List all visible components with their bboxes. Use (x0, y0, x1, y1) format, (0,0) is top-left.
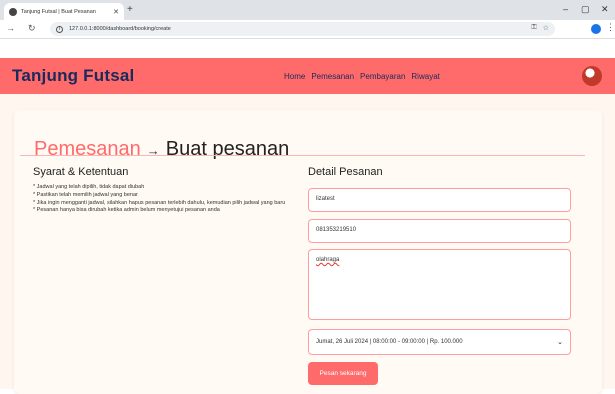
terms-list: * Jadwal yang telah dipilih, tidak dapat… (33, 184, 295, 215)
browser-tab-strip: Tanjung Futsal | Buat Pesanan ✕ + – ▢ ✕ (0, 0, 615, 20)
schedule-select[interactable]: Jumat, 26 Juli 2024 | 08:00:00 - 09:00:0… (308, 329, 571, 355)
note-text: olahraga (316, 257, 340, 263)
terms-item: * Jika ingin mengganti jadwal, silahkan … (33, 199, 286, 206)
nav-menu: Home Pemesanan Pembayaran Riwayat (284, 72, 440, 81)
new-tab-button[interactable]: + (127, 3, 133, 17)
reload-icon[interactable]: ↻ (28, 23, 36, 34)
back-icon[interactable]: → (6, 23, 15, 33)
favicon-icon (9, 7, 17, 16)
divider (20, 155, 585, 156)
nav-item-pemesanan[interactable]: Pemesanan (311, 72, 354, 81)
breadcrumb-current: Buat pesanan (165, 138, 290, 160)
browser-menu-icon[interactable]: ⋮ (606, 22, 615, 33)
terms-title: Syarat & Ketentuan (33, 166, 129, 178)
url-field[interactable]: i 127.0.0.1:8000/dashboard/booking/creat… (50, 22, 555, 36)
user-avatar[interactable] (582, 66, 602, 86)
bookmark-star-icon[interactable]: ☆ (543, 24, 549, 32)
page-title: Pemesanan → Buat pesanan (34, 138, 289, 161)
brand-title[interactable]: Tanjung Futsal (12, 66, 134, 86)
url-text: 127.0.0.1:8000/dashboard/booking/create (69, 26, 171, 32)
note-textarea[interactable]: olahraga (308, 249, 571, 320)
nav-item-riwayat[interactable]: Riwayat (411, 72, 439, 81)
close-window-button[interactable]: ✕ (601, 4, 609, 15)
breadcrumb-parent[interactable]: Pemesanan (34, 138, 141, 160)
minimize-button[interactable]: – (563, 4, 568, 14)
terms-item: * Pastikan telah memilih jadwal yang ben… (33, 191, 138, 198)
address-bar: → ↻ i 127.0.0.1:8000/dashboard/booking/c… (0, 20, 615, 39)
browser-tab[interactable]: Tanjung Futsal | Buat Pesanan ✕ (4, 3, 124, 20)
profile-avatar-icon[interactable] (591, 24, 601, 34)
tab-close-icon[interactable]: ✕ (113, 8, 119, 16)
schedule-selected-value: Jumat, 26 Juli 2024 | 08:00:00 - 09:00:0… (316, 339, 463, 345)
name-input[interactable]: lizatest (308, 188, 571, 212)
site-info-icon[interactable]: i (56, 25, 63, 33)
key-icon[interactable]: ⚿ (531, 24, 536, 32)
phone-input[interactable]: 081353219510 (308, 219, 571, 243)
nav-item-home[interactable]: Home (284, 72, 305, 81)
submit-button[interactable]: Pesan sekarang (308, 362, 378, 385)
maximize-button[interactable]: ▢ (581, 4, 590, 15)
site-navbar: Tanjung Futsal Home Pemesanan Pembayaran… (0, 58, 615, 94)
tab-title: Tanjung Futsal | Buat Pesanan (21, 8, 96, 15)
terms-item: * Pesanan hanya bisa dirubah ketika admi… (33, 207, 220, 214)
detail-title: Detail Pesanan (308, 166, 383, 178)
chevron-down-icon: ⌄ (557, 339, 563, 346)
terms-item: * Jadwal yang telah dipilih, tidak dapat… (33, 184, 145, 190)
nav-item-pembayaran[interactable]: Pembayaran (360, 72, 405, 81)
